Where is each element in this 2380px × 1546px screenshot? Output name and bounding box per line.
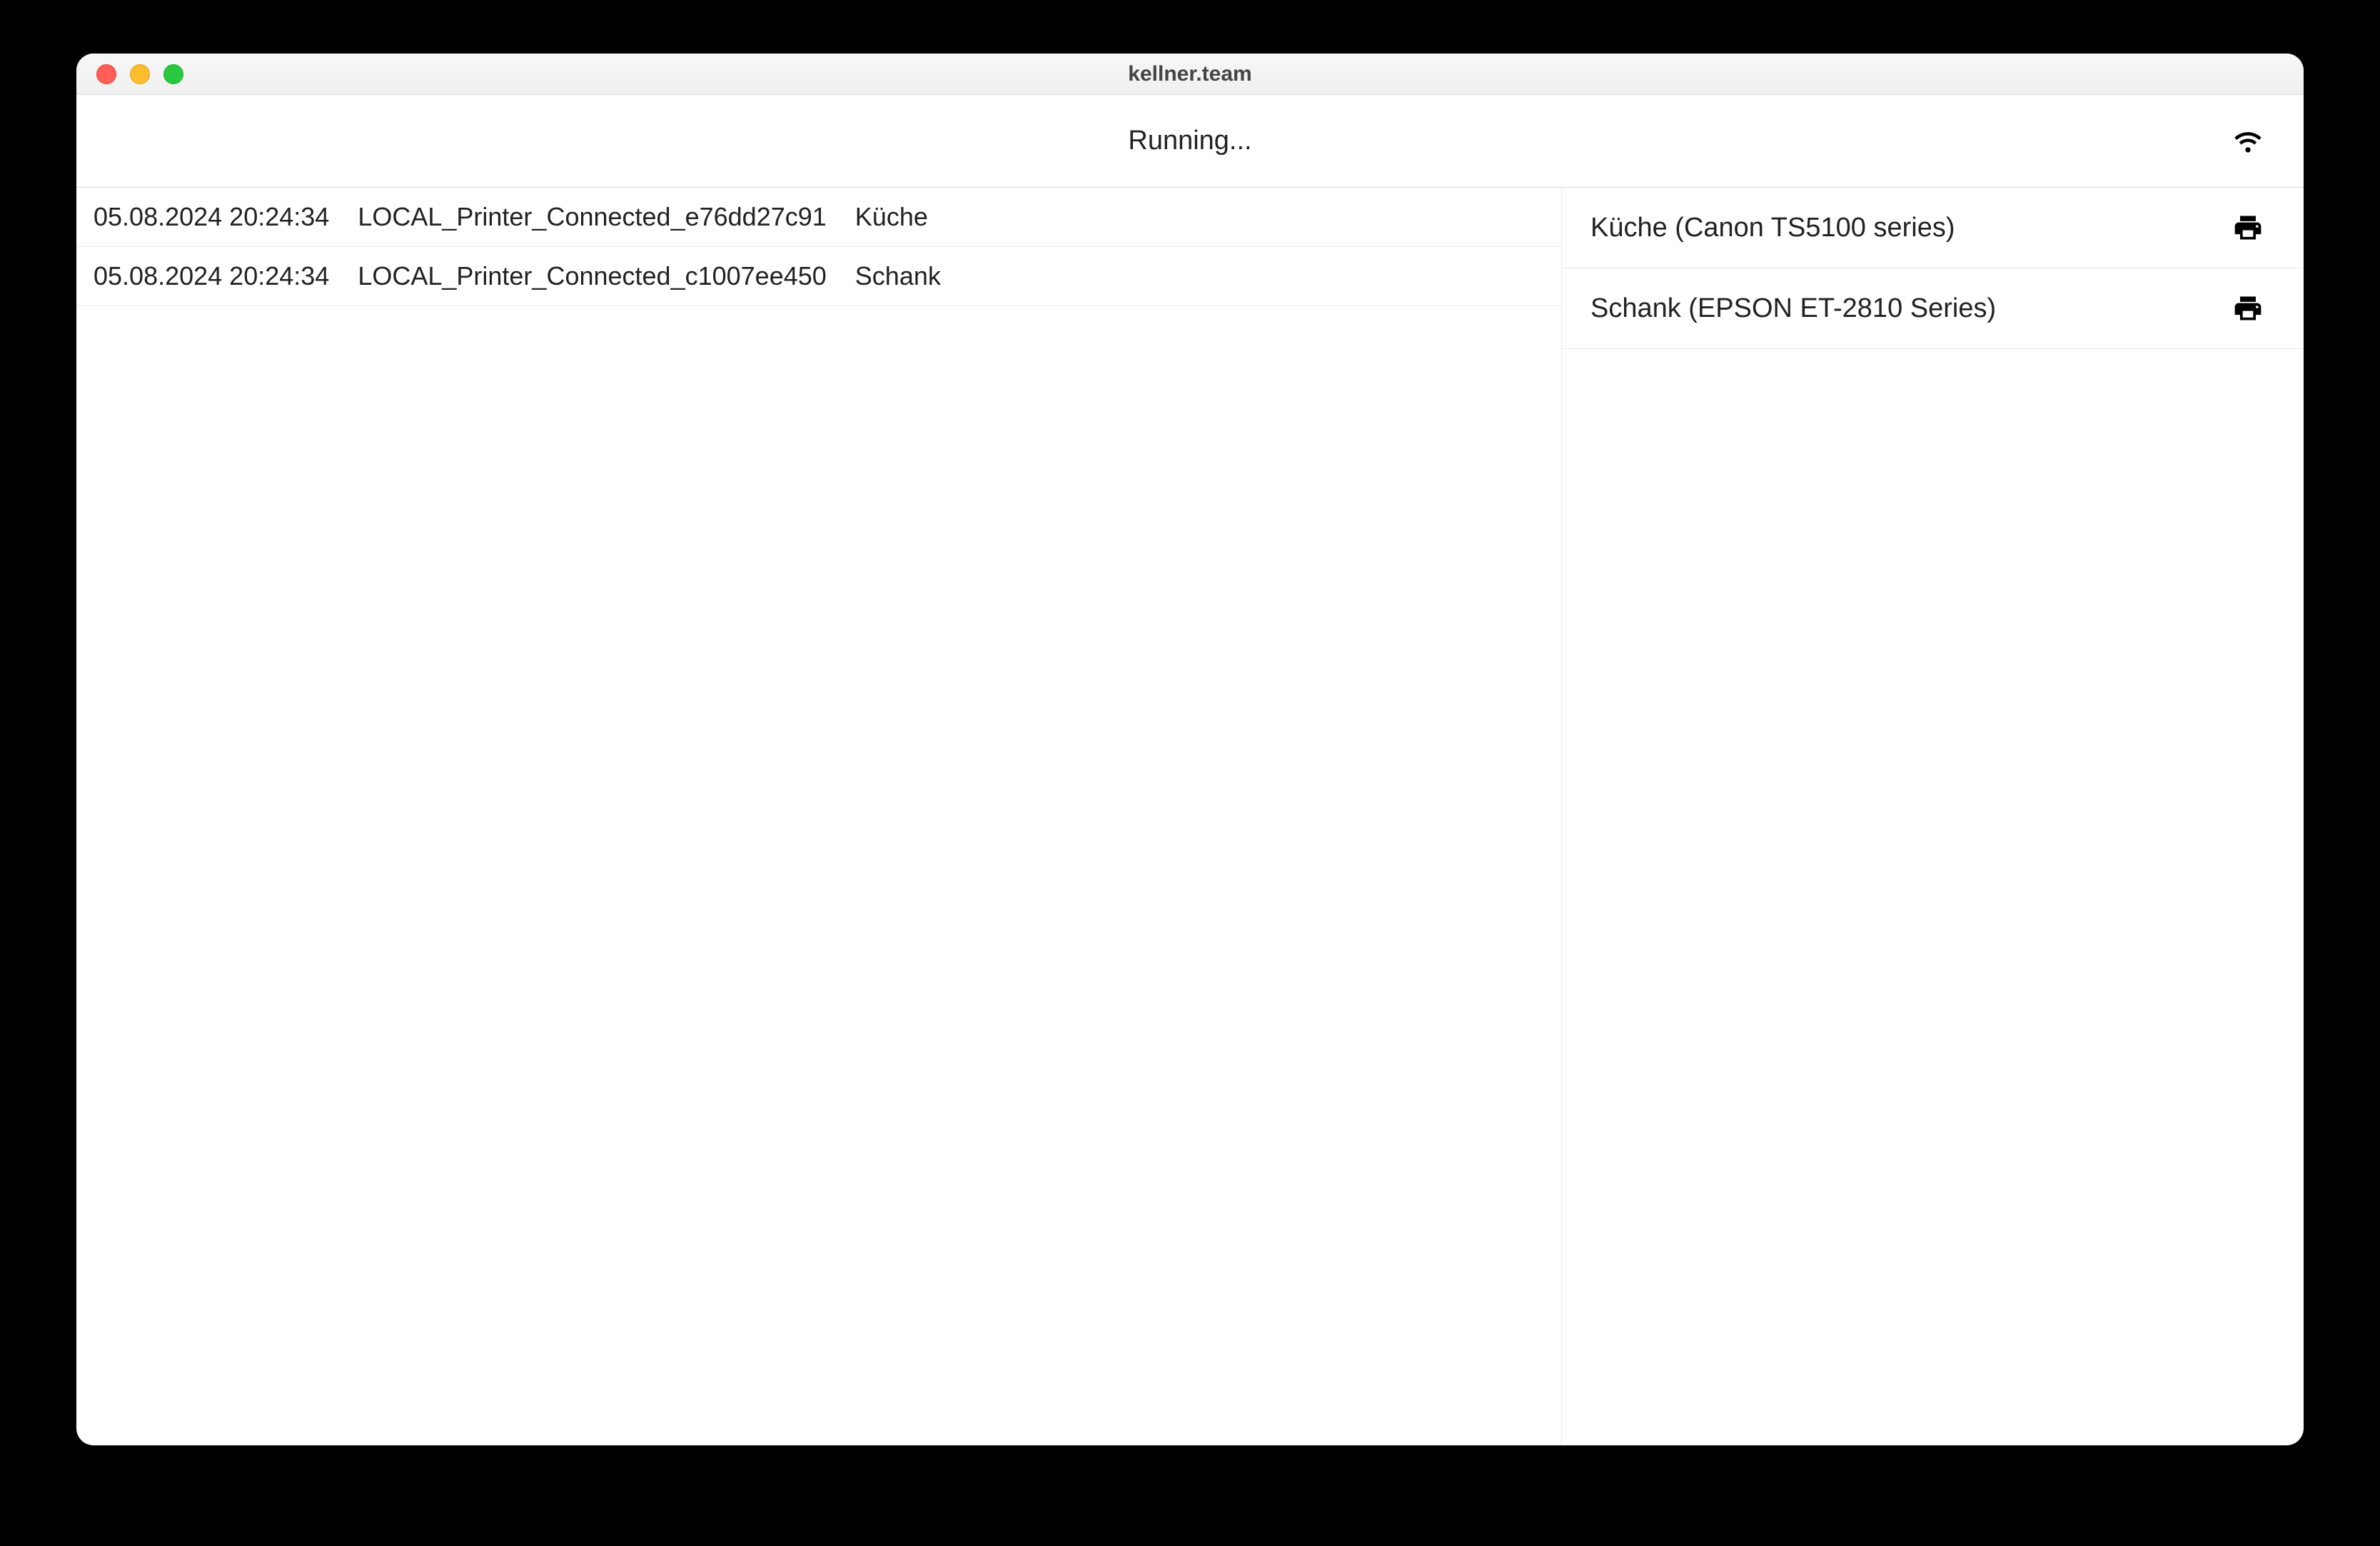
log-timestamp: 05.08.2024 20:24:34 xyxy=(94,261,329,291)
log-row: 05.08.2024 20:24:34 LOCAL_Printer_Connec… xyxy=(76,247,1561,306)
content-area: 05.08.2024 20:24:34 LOCAL_Printer_Connec… xyxy=(76,188,2304,1445)
log-event: LOCAL_Printer_Connected_e76dd27c91 xyxy=(358,202,826,232)
log-event: LOCAL_Printer_Connected_c1007ee450 xyxy=(358,261,826,291)
status-text: Running... xyxy=(1128,126,1251,156)
titlebar: kellner.team xyxy=(76,54,2304,95)
close-window-button[interactable] xyxy=(96,64,116,84)
printer-row[interactable]: Küche (Canon TS5100 series) xyxy=(1562,188,2304,268)
printer-icon xyxy=(2232,212,2264,243)
printer-row[interactable]: Schank (EPSON ET-2810 Series) xyxy=(1562,268,2304,349)
window-title: kellner.team xyxy=(76,62,2304,86)
maximize-window-button[interactable] xyxy=(163,64,183,84)
traffic-lights xyxy=(76,64,183,84)
log-timestamp: 05.08.2024 20:24:34 xyxy=(94,202,329,232)
printer-icon xyxy=(2232,293,2264,324)
log-row: 05.08.2024 20:24:34 LOCAL_Printer_Connec… xyxy=(76,188,1561,247)
wifi-icon[interactable] xyxy=(2232,126,2264,157)
printer-panel: Küche (Canon TS5100 series) Schank (EPSO… xyxy=(1561,188,2304,1445)
printer-name: Schank (EPSON ET-2810 Series) xyxy=(1590,293,1996,324)
status-bar: Running... xyxy=(76,95,2304,188)
log-detail: Schank xyxy=(855,261,941,291)
minimize-window-button[interactable] xyxy=(130,64,150,84)
printer-name: Küche (Canon TS5100 series) xyxy=(1590,213,1955,243)
app-window: kellner.team Running... 05.08.2024 20:24… xyxy=(76,54,2304,1445)
log-panel: 05.08.2024 20:24:34 LOCAL_Printer_Connec… xyxy=(76,188,1561,1445)
log-detail: Küche xyxy=(855,202,928,232)
